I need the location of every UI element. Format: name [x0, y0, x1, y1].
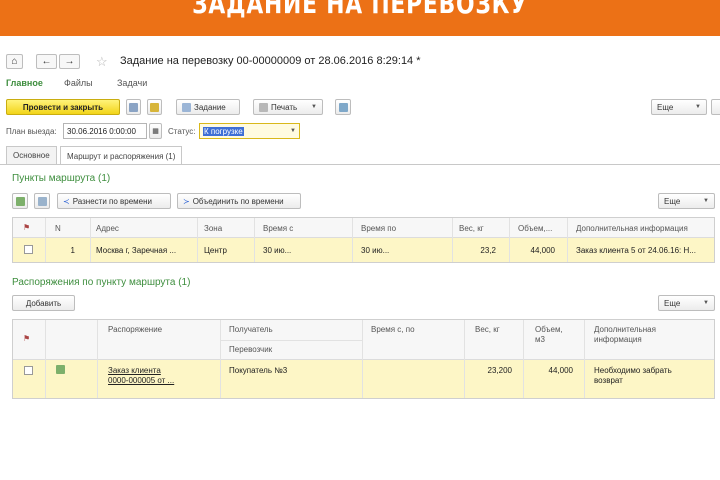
- flag-column-icon: ⚑: [23, 223, 31, 232]
- route-more-button[interactable]: Еще ▼: [658, 193, 715, 209]
- orders-more-button[interactable]: Еще ▼: [658, 295, 715, 311]
- column-header: Дополнительная информация: [576, 224, 688, 233]
- column-header: Вес, кг: [459, 224, 484, 233]
- column-header: Вес, кг: [475, 325, 500, 334]
- home-button[interactable]: ⌂: [6, 54, 23, 69]
- column-header: N: [55, 224, 61, 233]
- column-header: Адрес: [96, 224, 119, 233]
- back-button[interactable]: ←: [36, 54, 57, 69]
- status-value: К погрузке: [203, 126, 244, 136]
- cell-zone: Центр: [204, 246, 227, 255]
- document-post-icon: [150, 102, 159, 112]
- flag-column-icon: ⚑: [23, 334, 31, 343]
- cell-volume: 44,000: [548, 366, 573, 375]
- chevron-down-icon: ▼: [311, 104, 317, 110]
- chevron-down-icon: ▼: [703, 300, 709, 306]
- column-header: Время с: [263, 224, 294, 233]
- app-window: ⌂ ← → ☆ Задание на перевозку 00-00000009…: [0, 36, 720, 434]
- cell-order-link[interactable]: 0000-000005 от ...: [108, 376, 174, 385]
- column-header: Время по: [361, 224, 397, 233]
- arrow-right-icon: →: [64, 56, 75, 67]
- cell-volume: 44,000: [530, 246, 555, 255]
- status-select[interactable]: К погрузке ▼: [199, 123, 300, 139]
- row-checkbox[interactable]: [24, 366, 33, 375]
- column-header: Перевозчик: [229, 345, 273, 354]
- menu-item-main[interactable]: Главное: [6, 78, 43, 88]
- post-button[interactable]: [147, 99, 162, 115]
- copy-button[interactable]: [34, 193, 50, 209]
- cell-time-from: 30 ию...: [263, 246, 292, 255]
- row-checkbox[interactable]: [24, 245, 33, 254]
- tab-divider: [0, 164, 720, 165]
- menu-item-tasks[interactable]: Задачи: [117, 78, 147, 88]
- home-icon: ⌂: [11, 56, 18, 67]
- cell-info: Заказ клиента 5 от 24.06.16: Н...: [576, 246, 696, 255]
- task-button[interactable]: Задание: [176, 99, 240, 115]
- plan-label: План выезда:: [6, 127, 57, 136]
- column-header: Объем,...: [518, 224, 553, 233]
- merge-by-time-button[interactable]: ≻ Объединить по времени: [177, 193, 301, 209]
- plan-date-input[interactable]: 30.06.2016 0:00:00: [63, 123, 147, 139]
- tab-main[interactable]: Основное: [6, 146, 57, 164]
- cell-info: возврат: [594, 376, 623, 385]
- column-header: Распоряжение: [108, 325, 163, 334]
- cell-weight: 23,200: [487, 366, 512, 375]
- task-icon: [182, 102, 191, 112]
- structure-button[interactable]: [335, 99, 351, 115]
- cell-order-link[interactable]: Заказ клиента: [108, 366, 161, 375]
- status-label: Статус:: [168, 127, 196, 136]
- cell-recipient: Покупатель №3: [229, 366, 288, 375]
- column-header: Получатель: [229, 325, 273, 334]
- banner-title: ЗАДАНИЕ НА ПЕРЕВОЗКУ: [192, 0, 528, 20]
- column-header: Дополнительная: [594, 325, 656, 334]
- window-title: Задание на перевозку 00-00000009 от 28.0…: [120, 55, 421, 67]
- slide-banner: ЗАДАНИЕ НА ПЕРЕВОЗКУ: [0, 0, 720, 36]
- column-header: м3: [535, 335, 545, 344]
- fill-button[interactable]: [12, 193, 28, 209]
- column-header: Зона: [204, 224, 223, 233]
- save-icon: [129, 102, 138, 112]
- distribute-by-time-button[interactable]: ≺ Разнести по времени: [57, 193, 171, 209]
- fill-icon: [15, 196, 25, 206]
- merge-icon: ≻: [183, 196, 190, 206]
- chevron-down-icon: ▼: [290, 128, 296, 134]
- menu-item-files[interactable]: Файлы: [64, 78, 93, 88]
- calendar-button[interactable]: ▦: [149, 123, 162, 139]
- cell-info: Необходимо забрать: [594, 366, 672, 375]
- favorite-star-icon[interactable]: ☆: [96, 54, 108, 70]
- chevron-down-icon: ▼: [695, 104, 701, 110]
- more-button[interactable]: Еще ▼: [651, 99, 707, 115]
- chevron-down-icon: ▼: [703, 198, 709, 204]
- help-button[interactable]: [711, 99, 720, 115]
- orders-title: Распоряжения по пункту маршрута (1): [12, 277, 191, 288]
- cell-number: 1: [70, 246, 75, 255]
- split-icon: ≺: [63, 196, 70, 206]
- arrow-left-icon: ←: [41, 56, 52, 67]
- save-button[interactable]: [126, 99, 141, 115]
- cell-time-to: 30 ию...: [361, 246, 390, 255]
- add-order-button[interactable]: Добавить: [12, 295, 75, 311]
- column-header: Объем,: [535, 325, 563, 334]
- route-points-table: ⚑ N Адрес Зона Время с Время по Вес, кг …: [12, 217, 715, 263]
- forward-button[interactable]: →: [59, 54, 80, 69]
- column-header: Время с, по: [371, 325, 415, 334]
- print-button[interactable]: Печать ▼: [253, 99, 323, 115]
- orders-table: ⚑ Распоряжение Получатель Перевозчик Вре…: [12, 319, 715, 399]
- document-icon: [56, 365, 65, 374]
- copy-icon: [37, 196, 47, 206]
- printer-icon: [259, 102, 268, 112]
- route-points-title: Пункты маршрута (1): [12, 173, 111, 184]
- structure-icon: [338, 102, 348, 112]
- cell-address: Москва г, Заречная ...: [96, 246, 177, 255]
- column-header: информация: [594, 335, 642, 344]
- cell-weight: 23,2: [480, 246, 496, 255]
- calendar-icon: ▦: [152, 128, 159, 135]
- tab-route[interactable]: Маршрут и распоряжения (1): [60, 146, 183, 165]
- post-and-close-button[interactable]: Провести и закрыть: [6, 99, 120, 115]
